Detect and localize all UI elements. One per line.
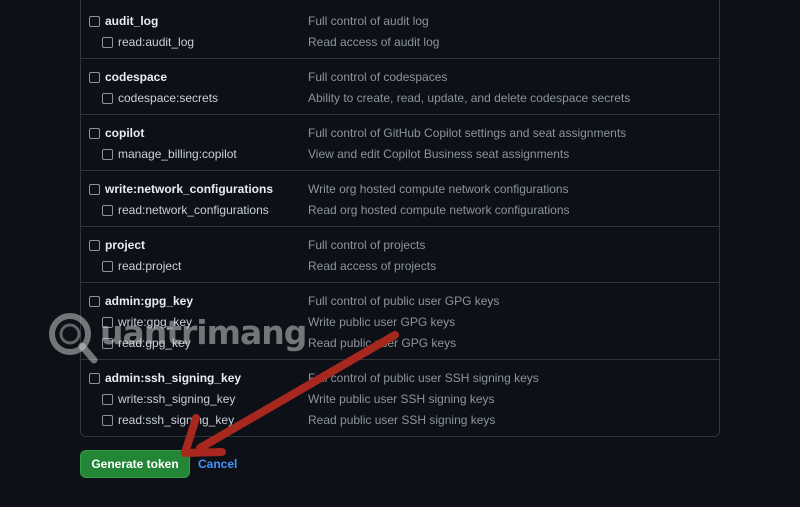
scope-name: manage_billing:copilot <box>118 147 237 161</box>
scope-description: Full control of audit log <box>308 14 429 28</box>
scope-group-codespace: codespace Full control of codespaces cod… <box>81 59 719 115</box>
scope-row: admin:gpg_key Full control of public use… <box>81 291 719 312</box>
scope-group-gpg-key: admin:gpg_key Full control of public use… <box>81 283 719 360</box>
scope-name: read:ssh_signing_key <box>118 413 235 427</box>
scope-name: read:audit_log <box>118 35 195 49</box>
scope-checkbox[interactable] <box>102 338 113 349</box>
scope-row: manage_billing:copilot View and edit Cop… <box>81 144 719 165</box>
scope-name: read:network_configurations <box>118 203 269 217</box>
scope-checkbox[interactable] <box>102 317 113 328</box>
scope-name: admin:ssh_signing_key <box>105 371 242 385</box>
generate-token-button[interactable]: Generate token <box>80 450 190 478</box>
scope-name: codespace:secrets <box>118 91 219 105</box>
scope-checkbox[interactable] <box>102 37 113 48</box>
scope-row: write:network_configurations Write org h… <box>81 179 719 200</box>
scope-row: read:project Read access of projects <box>81 256 719 277</box>
scopes-list: audit_log Full control of audit log read… <box>80 0 720 437</box>
scope-name: audit_log <box>105 14 159 28</box>
scope-row: read:gpg_key Read public user GPG keys <box>81 333 719 354</box>
cancel-link[interactable]: Cancel <box>198 450 237 478</box>
scope-name: write:gpg_key <box>118 315 193 329</box>
scope-checkbox[interactable] <box>89 373 100 384</box>
scope-description: Read org hosted compute network configur… <box>308 203 570 217</box>
scope-description: Write org hosted compute network configu… <box>308 182 569 196</box>
scope-group-network-configurations: write:network_configurations Write org h… <box>81 171 719 227</box>
scope-checkbox[interactable] <box>102 93 113 104</box>
scope-checkbox[interactable] <box>102 261 113 272</box>
scope-row: write:ssh_signing_key Write public user … <box>81 389 719 410</box>
scope-group-ssh-signing-key: admin:ssh_signing_key Full control of pu… <box>81 360 719 438</box>
scope-description: View and edit Copilot Business seat assi… <box>308 147 570 161</box>
scope-checkbox[interactable] <box>89 184 100 195</box>
scope-group-project: project Full control of projects read:pr… <box>81 227 719 283</box>
scope-checkbox[interactable] <box>102 149 113 160</box>
scope-row: codespace Full control of codespaces <box>81 67 719 88</box>
scope-checkbox[interactable] <box>89 128 100 139</box>
scope-checkbox[interactable] <box>102 205 113 216</box>
scope-name: read:project <box>118 259 182 273</box>
scope-description: Read public user SSH signing keys <box>308 413 496 427</box>
scope-description: Full control of public user GPG keys <box>308 294 500 308</box>
scope-row: audit_log Full control of audit log <box>81 11 719 32</box>
scope-checkbox[interactable] <box>89 296 100 307</box>
scope-row: project Full control of projects <box>81 235 719 256</box>
scope-row: read:audit_log Read access of audit log <box>81 32 719 53</box>
scope-description: Read access of audit log <box>308 35 440 49</box>
scope-row: admin:ssh_signing_key Full control of pu… <box>81 368 719 389</box>
scope-row: read:ssh_signing_key Read public user SS… <box>81 410 719 431</box>
scope-checkbox[interactable] <box>89 16 100 27</box>
scope-name: project <box>105 238 146 252</box>
scope-row: read:network_configurations Read org hos… <box>81 200 719 221</box>
scope-description: Full control of projects <box>308 238 426 252</box>
scope-name: copilot <box>105 126 145 140</box>
scope-description: Full control of GitHub Copilot settings … <box>308 126 627 140</box>
scope-checkbox[interactable] <box>89 240 100 251</box>
scope-row: write:gpg_key Write public user GPG keys <box>81 312 719 333</box>
scope-description: Write public user SSH signing keys <box>308 392 495 406</box>
scope-name: write:network_configurations <box>105 182 274 196</box>
scope-description: Write public user GPG keys <box>308 315 456 329</box>
scope-name: read:gpg_key <box>118 336 191 350</box>
scope-checkbox[interactable] <box>102 394 113 405</box>
token-scopes-page: audit_log Full control of audit log read… <box>0 0 800 507</box>
scope-row: copilot Full control of GitHub Copilot s… <box>81 123 719 144</box>
scope-description: Ability to create, read, update, and del… <box>308 91 631 105</box>
scope-row: codespace:secrets Ability to create, rea… <box>81 88 719 109</box>
scope-name: codespace <box>105 70 168 84</box>
scope-name: write:ssh_signing_key <box>118 392 236 406</box>
scope-group-audit-log: audit_log Full control of audit log read… <box>81 0 719 59</box>
scope-checkbox[interactable] <box>102 415 113 426</box>
scope-name: admin:gpg_key <box>105 294 194 308</box>
scope-description: Read access of projects <box>308 259 437 273</box>
scope-checkbox[interactable] <box>89 72 100 83</box>
scope-group-copilot: copilot Full control of GitHub Copilot s… <box>81 115 719 171</box>
scope-description: Full control of public user SSH signing … <box>308 371 539 385</box>
scope-description: Full control of codespaces <box>308 70 448 84</box>
scope-description: Read public user GPG keys <box>308 336 457 350</box>
